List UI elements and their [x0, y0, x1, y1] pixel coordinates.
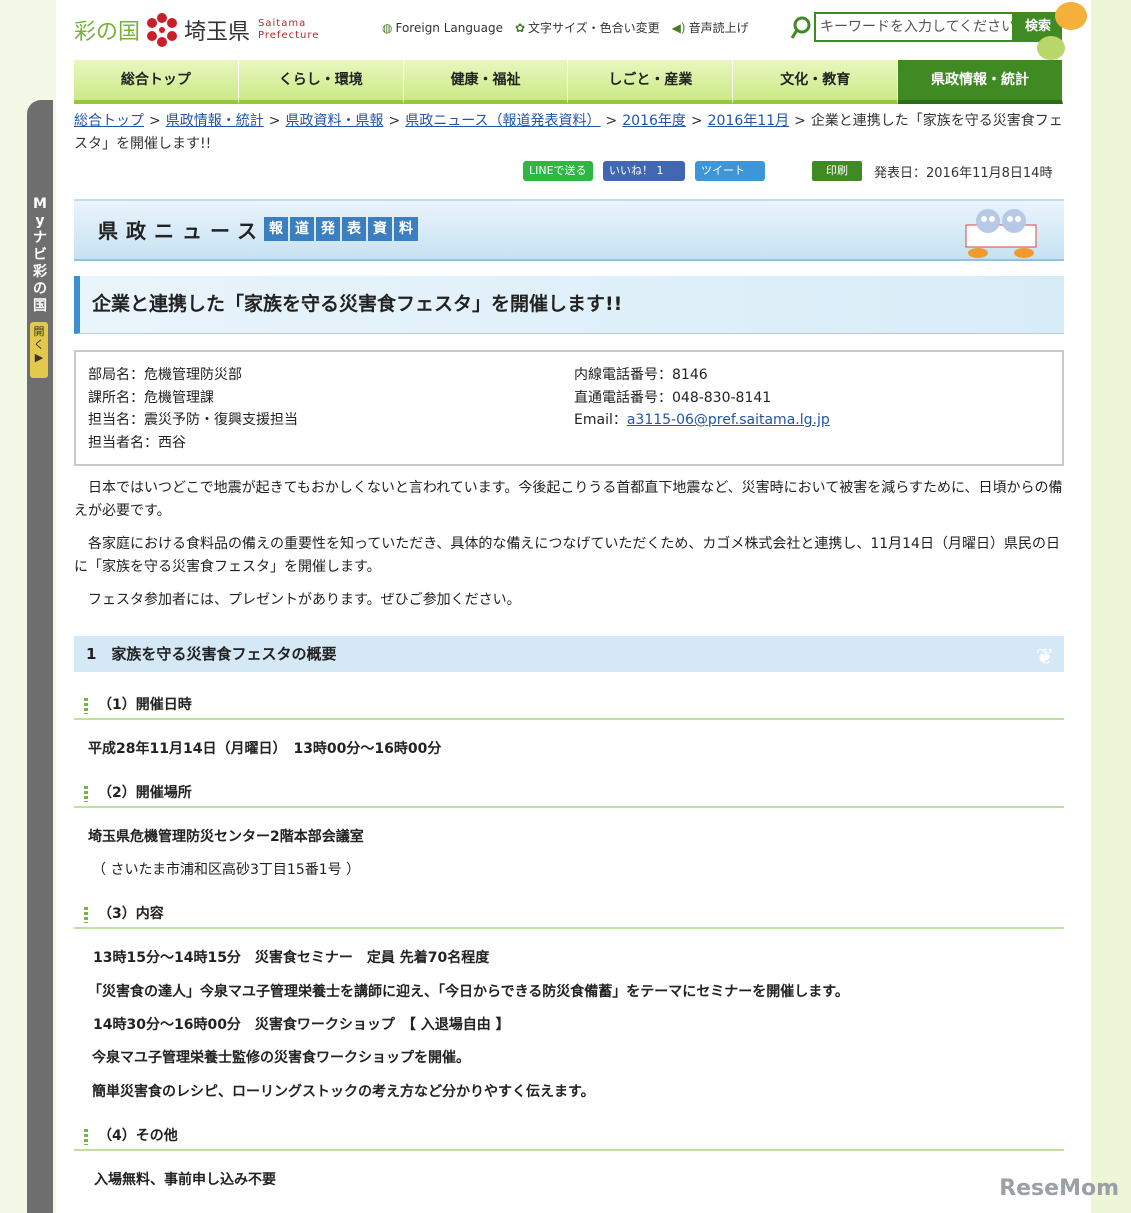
facebook-like-button[interactable]: いいね！ 1 — [603, 161, 685, 181]
contact-direct: 直通電話番号：048-830-8141 — [574, 389, 772, 406]
body-paragraph-2: 各家庭における食料品の備えの重要性を知っていただき、具体的な備えにつなげていただ… — [74, 536, 1060, 575]
mascot-icon — [965, 209, 1037, 258]
subheading-text: （3）内容 — [98, 906, 164, 922]
section-heading-text: 1 家族を守る災害食フェスタの概要 — [86, 645, 337, 663]
content-seminar-desc: 「災害食の達人」今泉マユ子管理栄養士を講師に迎え、「今日からできる防災食備蓄」を… — [88, 984, 849, 1000]
houdou-char: 料 — [394, 217, 418, 241]
other-info: 入場無料、事前申し込み不要 — [94, 1172, 276, 1188]
subheading-other: （4）その他 — [74, 1123, 1064, 1151]
content-workshop-desc: 今泉マユ子管理栄養士監修の災害食ワークショップを開催。 — [92, 1050, 470, 1066]
print-button[interactable]: 印刷 — [812, 161, 862, 181]
speaker-icon: ◀) — [671, 20, 686, 35]
houdou-char: 表 — [342, 217, 366, 241]
content-workshop-detail: 簡単災害食のレシピ、ローリングストックの考え方など分かりやすく伝えます。 — [92, 1084, 595, 1100]
foreign-language-label: Foreign Language — [395, 20, 503, 35]
heading-bar-icon — [84, 1129, 88, 1145]
right-margin — [1091, 0, 1131, 1213]
mynavi-label: Myナビ彩の国 — [33, 196, 47, 314]
resemom-watermark: ReseMom — [999, 1176, 1119, 1201]
contact-info-box: 部局名：危機管理防災部 課所名：危機管理課 担当名：震災予防・復興支援担当 担当… — [74, 350, 1064, 466]
subheading-content: （3）内容 — [74, 901, 1064, 929]
content-seminar-time: 13時15分～14時15分 災害食セミナー 定員 先着70名程度 — [93, 950, 490, 966]
subheading-text: （4）その他 — [98, 1128, 178, 1144]
global-nav: 総合トップ くらし・環境 健康・福祉 しごと・産業 文化・教育 県政情報・統計 — [74, 60, 1063, 104]
email-label: Email： — [574, 412, 627, 428]
banner-title: 県政ニュース — [98, 219, 265, 243]
nav-work[interactable]: しごと・産業 — [568, 60, 734, 104]
contact-col-right: 内線電話番号：8146 直通電話番号：048-830-8141 Email：a3… — [574, 364, 830, 432]
search-input[interactable]: キーワードを入力してください — [814, 12, 1014, 42]
content-workshop-time: 14時30分～16時00分 災害食ワークショップ 【 入退場自由 】 — [93, 1017, 510, 1033]
subheading-text: （2）開催場所 — [98, 785, 192, 801]
breadcrumb: 総合トップ > 県政情報・統計 > 県政資料・県報 > 県政ニュース（報道発表資料） >201… — [74, 113, 1063, 152]
body-paragraph-3: フェスタ参加者には、プレゼントがあります。ぜひご参加ください。 — [88, 592, 521, 608]
banner-houdou: 報 道 発 表 資 料 — [264, 217, 418, 241]
logo-en-line1: Saitama — [258, 18, 307, 29]
nav-living[interactable]: くらし・環境 — [238, 60, 404, 104]
prefecture-emblem-icon — [144, 12, 180, 48]
voice-reading-link[interactable]: ◀) 音声読上げ — [672, 19, 749, 36]
heading-bar-icon — [84, 786, 88, 802]
logo-english: Saitama Prefecture — [258, 18, 319, 42]
event-place: 埼玉県危機管理防災センター2階本部会議室 — [88, 829, 364, 845]
breadcrumb-link[interactable]: 県政資料・県報 — [285, 113, 383, 129]
publish-date: 発表日：2016年11月8日14時 — [874, 166, 1053, 181]
gear-icon: ✿ — [514, 20, 526, 35]
event-date: 平成28年11月14日（月曜日） 13時00分～16時00分 — [88, 741, 442, 757]
contact-team: 担当名：震災予防・復興支援担当 — [88, 412, 298, 428]
contact-ext: 内線電話番号：8146 — [574, 367, 708, 383]
site-logo[interactable]: 彩の国 埼玉県 Saitama Prefecture — [74, 10, 319, 50]
left-margin — [0, 0, 28, 1213]
contact-col-left: 部局名：危機管理防災部 課所名：危機管理課 担当名：震災予防・復興支援担当 担当… — [88, 364, 298, 454]
utility-links: ◍ Foreign Language ✿ 文字サイズ・色合い変更 ◀) 音声読上… — [382, 19, 749, 36]
globe-icon: ◍ — [382, 20, 393, 35]
article-title-box: 企業と連携した「家族を守る災害食フェスタ」を開催します!! — [74, 276, 1064, 334]
section-heading: 1 家族を守る災害食フェスタの概要 ❦ — [74, 636, 1064, 672]
breadcrumb-link[interactable]: 県政ニュース（報道発表資料） — [405, 113, 600, 129]
tweet-button[interactable]: ツイート — [695, 161, 765, 181]
houdou-char: 報 — [264, 217, 288, 241]
nav-top[interactable]: 総合トップ — [74, 60, 239, 104]
share-buttons: LINEで送る いいね！ 1 ツイート — [523, 161, 765, 181]
nav-culture[interactable]: 文化・教育 — [733, 60, 899, 104]
subheading-place: （2）開催場所 — [74, 780, 1064, 808]
font-size-label: 文字サイズ・色合い変更 — [528, 21, 660, 35]
body-paragraph-1: 日本ではいつどこで地震が起きてもおかしくないと言われています。今後起こりうる首都… — [74, 480, 1063, 519]
event-address: （ さいたま市浦和区高砂3丁目15番1号 ） — [92, 862, 361, 878]
nav-health[interactable]: 健康・福祉 — [403, 60, 569, 104]
leaf-icon: ❦ — [1035, 645, 1054, 670]
foreign-language-link[interactable]: ◍ Foreign Language — [382, 19, 503, 36]
breadcrumb-link[interactable]: 県政情報・統計 — [166, 113, 264, 129]
kensei-news-banner: 県政ニュース 報 道 発 表 資 料 — [74, 199, 1064, 261]
nav-government[interactable]: 県政情報・統計 — [898, 60, 1063, 104]
email-link[interactable]: a3115-06@pref.saitama.lg.jp — [627, 412, 830, 428]
breadcrumb-link[interactable]: 2016年11月 — [708, 113, 789, 129]
logo-saitama-ken: 埼玉県 — [184, 20, 251, 45]
contact-section: 課所名：危機管理課 — [88, 389, 214, 406]
logo-sainokuni: 彩の国 — [74, 20, 141, 45]
line-share-button[interactable]: LINEで送る — [523, 161, 593, 181]
contact-email-row: Email：a3115-06@pref.saitama.lg.jp — [574, 409, 830, 432]
search-icon — [790, 16, 812, 44]
voice-reading-label: 音声読上げ — [688, 21, 749, 35]
article-title: 企業と連携した「家族を守る災害食フェスタ」を開催します!! — [92, 293, 623, 315]
mynavi-side-tab[interactable]: Myナビ彩の国 開く ▶ — [27, 100, 53, 1213]
contact-dept: 部局名：危機管理防災部 — [88, 367, 242, 383]
heading-bar-icon — [84, 907, 88, 923]
logo-en-line2: Prefecture — [258, 30, 320, 41]
houdou-char: 発 — [316, 217, 340, 241]
heading-bar-icon — [84, 698, 88, 714]
breadcrumb-link[interactable]: 2016年度 — [622, 113, 686, 129]
houdou-char: 道 — [290, 217, 314, 241]
font-size-color-link[interactable]: ✿ 文字サイズ・色合い変更 — [515, 19, 660, 36]
breadcrumb-link[interactable]: 総合トップ — [74, 113, 144, 129]
mynavi-open-button[interactable]: 開く ▶ — [30, 322, 48, 378]
houdou-char: 資 — [368, 217, 392, 241]
contact-person: 担当者名：西谷 — [88, 434, 186, 451]
subheading-date: （1）開催日時 — [74, 692, 1064, 720]
subheading-text: （1）開催日時 — [98, 697, 192, 713]
